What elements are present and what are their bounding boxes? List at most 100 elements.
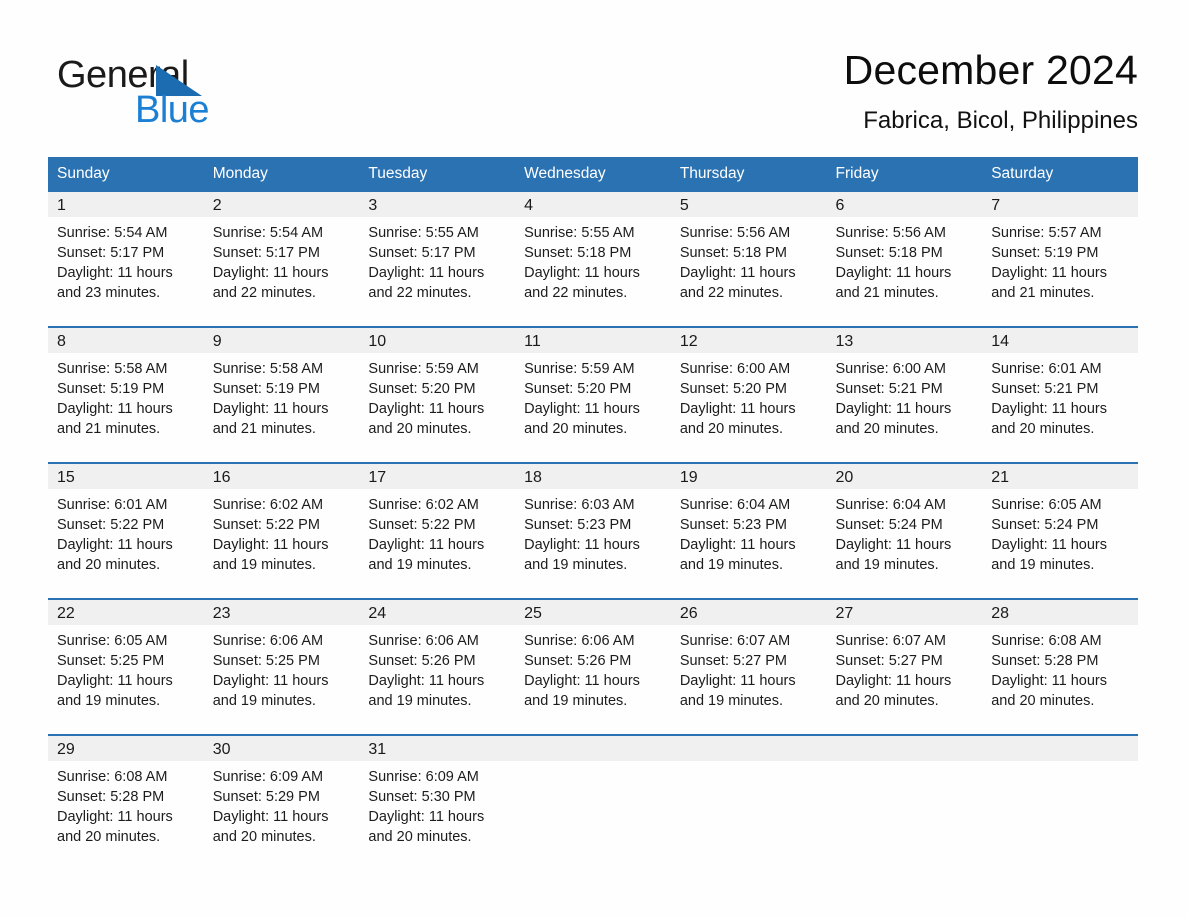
calendar-day-cell[interactable]: 10 Sunrise: 5:59 AM Sunset: 5:20 PM Dayligh…	[359, 326, 516, 463]
day-number: 20	[826, 464, 983, 489]
calendar-day-cell[interactable]: 22 Sunrise: 6:05 AM Sunset: 5:25 PM Dayligh…	[48, 598, 204, 735]
day-cell-inner: 2 Sunrise: 5:54 AM Sunset: 5:17 PM Daylight…	[203, 192, 360, 326]
day-cell-inner: 29 Sunrise: 6:08 AM Sunset: 5:28 PM Dayligh…	[48, 736, 204, 870]
calendar-day-cell[interactable]: 25 Sunrise: 6:06 AM Sunset: 5:26 PM Dayligh…	[515, 598, 671, 735]
day-details: Sunrise: 5:57 AM Sunset: 5:19 PM Daylight:…	[982, 217, 1138, 303]
calendar-day-cell[interactable]: 1 Sunrise: 5:54 AM Sunset: 5:17 PM Daylight…	[48, 192, 204, 327]
sunrise-text: Sunrise: 6:06 AM	[212, 633, 324, 649]
day-number: 29	[48, 736, 204, 761]
sunrise-text: Sunrise: 6:09 AM	[368, 769, 479, 785]
sunset-text: Sunset: 5:19 PM	[57, 381, 165, 397]
calendar-day-cell[interactable]: 23 Sunrise: 6:06 AM Sunset: 5:25 PM Dayligh…	[203, 598, 360, 735]
page-subtitle: Fabrica, Bicol, Philippines	[863, 107, 1138, 134]
page-masthead: General Blue December 2024 Fabrica, Bico…	[48, 44, 1138, 148]
calendar-day-cell[interactable]: 12 Sunrise: 6:00 AM Sunset: 5:20 PM Dayligh…	[670, 326, 827, 463]
day-details: Sunrise: 6:02 AM Sunset: 5:22 PM Daylight:…	[359, 489, 515, 575]
calendar-day-cell[interactable]: 7 Sunrise: 5:57 AM Sunset: 5:19 PM Daylight…	[982, 192, 1138, 327]
weekday-header-monday: Monday	[203, 157, 360, 192]
sunrise-text: Sunrise: 6:04 AM	[679, 497, 791, 513]
day-number: 9	[203, 328, 360, 353]
daylight-text: Daylight: 11 hours and 20 minutes.	[991, 401, 1108, 437]
calendar-day-cell[interactable]: 13 Sunrise: 6:00 AM Sunset: 5:21 PM Dayligh…	[826, 326, 983, 463]
calendar-day-cell[interactable]: 24 Sunrise: 6:06 AM Sunset: 5:26 PM Dayligh…	[359, 598, 516, 735]
day-cell-inner: 20 Sunrise: 6:04 AM Sunset: 5:24 PM Dayligh…	[826, 464, 983, 598]
calendar-day-cell[interactable]: 27 Sunrise: 6:07 AM Sunset: 5:27 PM Dayligh…	[826, 598, 983, 735]
calendar-day-cell[interactable]: 9 Sunrise: 5:58 AM Sunset: 5:19 PM Daylight…	[203, 326, 360, 463]
daylight-text: Daylight: 11 hours and 20 minutes.	[212, 809, 329, 845]
weekday-header-thursday: Thursday	[670, 157, 827, 192]
daylight-text: Daylight: 11 hours and 20 minutes.	[368, 809, 485, 845]
calendar-empty-cell	[670, 734, 827, 870]
sunset-text: Sunset: 5:24 PM	[991, 517, 1099, 533]
sunrise-text: Sunrise: 6:04 AM	[835, 497, 946, 513]
sunset-text: Sunset: 5:23 PM	[524, 517, 632, 533]
calendar-day-cell[interactable]: 5 Sunrise: 5:56 AM Sunset: 5:18 PM Daylight…	[670, 192, 827, 327]
calendar-day-cell[interactable]: 16 Sunrise: 6:02 AM Sunset: 5:22 PM Dayligh…	[203, 462, 360, 599]
calendar-day-cell[interactable]: 8 Sunrise: 5:58 AM Sunset: 5:19 PM Daylight…	[48, 326, 204, 463]
sunrise-text: Sunrise: 6:02 AM	[212, 497, 324, 513]
day-cell-inner: 8 Sunrise: 5:58 AM Sunset: 5:19 PM Daylight…	[48, 328, 204, 462]
sunrise-text: Sunrise: 6:06 AM	[368, 633, 479, 649]
calendar-day-cell[interactable]: 18 Sunrise: 6:03 AM Sunset: 5:23 PM Dayligh…	[515, 462, 671, 599]
calendar-day-cell[interactable]: 30 Sunrise: 6:09 AM Sunset: 5:29 PM Dayligh…	[203, 734, 360, 870]
sunset-text: Sunset: 5:29 PM	[212, 789, 320, 805]
calendar-day-cell[interactable]: 20 Sunrise: 6:04 AM Sunset: 5:24 PM Dayligh…	[826, 462, 983, 599]
calendar-day-cell[interactable]: 6 Sunrise: 5:56 AM Sunset: 5:18 PM Daylight…	[826, 192, 983, 327]
calendar-day-cell[interactable]: 26 Sunrise: 6:07 AM Sunset: 5:27 PM Dayligh…	[670, 598, 827, 735]
daylight-text: Daylight: 11 hours and 19 minutes.	[368, 537, 485, 573]
calendar-day-cell[interactable]: 21 Sunrise: 6:05 AM Sunset: 5:24 PM Dayligh…	[982, 462, 1138, 599]
sunrise-text: Sunrise: 5:55 AM	[524, 225, 635, 241]
calendar-day-cell[interactable]: 31 Sunrise: 6:09 AM Sunset: 5:30 PM Dayligh…	[359, 734, 516, 870]
day-number	[826, 736, 983, 761]
calendar-body: 1 Sunrise: 5:54 AM Sunset: 5:17 PM Daylight…	[48, 192, 1138, 870]
day-cell-inner: 14 Sunrise: 6:01 AM Sunset: 5:21 PM Dayligh…	[982, 328, 1138, 462]
day-details: Sunrise: 6:07 AM Sunset: 5:27 PM Daylight:…	[671, 625, 827, 711]
calendar-empty-cell	[826, 734, 983, 870]
day-number: 19	[670, 464, 827, 489]
day-number: 17	[359, 464, 516, 489]
sunrise-text: Sunrise: 5:55 AM	[368, 225, 479, 241]
day-cell-inner: 26 Sunrise: 6:07 AM Sunset: 5:27 PM Dayligh…	[670, 600, 827, 734]
calendar-day-cell[interactable]: 28 Sunrise: 6:08 AM Sunset: 5:28 PM Dayligh…	[982, 598, 1138, 735]
calendar-day-cell[interactable]: 19 Sunrise: 6:04 AM Sunset: 5:23 PM Dayligh…	[670, 462, 827, 599]
calendar-day-cell[interactable]: 15 Sunrise: 6:01 AM Sunset: 5:22 PM Dayligh…	[48, 462, 204, 599]
day-cell-inner: 19 Sunrise: 6:04 AM Sunset: 5:23 PM Dayligh…	[670, 464, 827, 598]
sunrise-text: Sunrise: 5:58 AM	[57, 361, 168, 377]
sunset-text: Sunset: 5:20 PM	[368, 381, 476, 397]
day-number: 6	[826, 192, 983, 217]
weekday-header-row: Sunday Monday Tuesday Wednesday Thursday…	[48, 157, 1138, 192]
sunset-text: Sunset: 5:28 PM	[991, 653, 1099, 669]
calendar-day-cell[interactable]: 29 Sunrise: 6:08 AM Sunset: 5:28 PM Dayligh…	[48, 734, 204, 870]
sunrise-text: Sunrise: 5:59 AM	[524, 361, 635, 377]
calendar-day-cell[interactable]: 4 Sunrise: 5:55 AM Sunset: 5:18 PM Daylight…	[515, 192, 671, 327]
daylight-text: Daylight: 11 hours and 22 minutes.	[368, 265, 485, 301]
day-number	[670, 736, 827, 761]
calendar-day-cell[interactable]: 2 Sunrise: 5:54 AM Sunset: 5:17 PM Daylight…	[203, 192, 360, 327]
day-details: Sunrise: 6:01 AM Sunset: 5:21 PM Daylight:…	[982, 353, 1138, 439]
general-blue-logo[interactable]: General Blue	[57, 54, 317, 134]
sunrise-text: Sunrise: 6:07 AM	[835, 633, 946, 649]
day-number: 31	[359, 736, 516, 761]
calendar-day-cell[interactable]: 17 Sunrise: 6:02 AM Sunset: 5:22 PM Dayligh…	[359, 462, 516, 599]
day-cell-inner	[670, 736, 827, 870]
day-details: Sunrise: 6:09 AM Sunset: 5:29 PM Daylight:…	[204, 761, 360, 847]
day-cell-inner: 3 Sunrise: 5:55 AM Sunset: 5:17 PM Daylight…	[359, 192, 516, 326]
calendar-day-cell[interactable]: 14 Sunrise: 6:01 AM Sunset: 5:21 PM Dayligh…	[982, 326, 1138, 463]
day-cell-inner: 13 Sunrise: 6:00 AM Sunset: 5:21 PM Dayligh…	[826, 328, 983, 462]
day-details: Sunrise: 6:06 AM Sunset: 5:25 PM Daylight:…	[204, 625, 360, 711]
day-number: 24	[359, 600, 516, 625]
day-cell-inner: 9 Sunrise: 5:58 AM Sunset: 5:19 PM Daylight…	[203, 328, 360, 462]
calendar-day-cell[interactable]: 3 Sunrise: 5:55 AM Sunset: 5:17 PM Daylight…	[359, 192, 516, 327]
day-number: 3	[359, 192, 516, 217]
day-cell-inner	[515, 736, 671, 870]
calendar-day-cell[interactable]: 11 Sunrise: 5:59 AM Sunset: 5:20 PM Dayligh…	[515, 326, 671, 463]
day-cell-inner: 25 Sunrise: 6:06 AM Sunset: 5:26 PM Dayligh…	[515, 600, 671, 734]
day-details: Sunrise: 6:05 AM Sunset: 5:25 PM Daylight:…	[48, 625, 204, 711]
sunset-text: Sunset: 5:18 PM	[835, 245, 943, 261]
day-number: 12	[670, 328, 827, 353]
sunrise-text: Sunrise: 6:03 AM	[524, 497, 635, 513]
sunrise-text: Sunrise: 5:54 AM	[57, 225, 168, 241]
sunrise-text: Sunrise: 6:07 AM	[679, 633, 791, 649]
sunset-text: Sunset: 5:18 PM	[524, 245, 632, 261]
day-details: Sunrise: 5:58 AM Sunset: 5:19 PM Daylight:…	[48, 353, 204, 439]
